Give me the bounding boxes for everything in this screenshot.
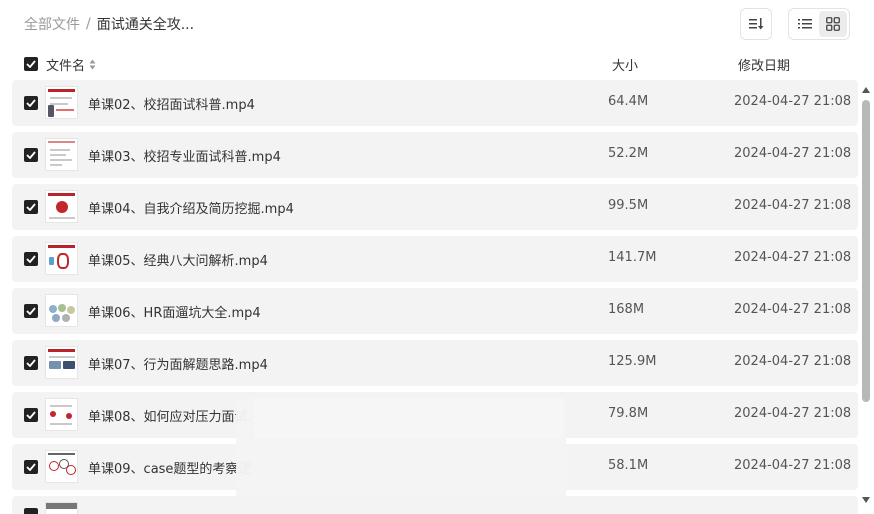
file-row[interactable]: 单课02、校招面试科普.mp4 64.4M 2024-04-27 21:08: [12, 80, 858, 126]
file-size: 141.7M: [608, 250, 657, 265]
file-name[interactable]: 单课02、校招面试科普.mp4: [88, 94, 255, 113]
scrollbar[interactable]: [860, 86, 872, 510]
checkbox-checked-icon: [26, 411, 36, 419]
file-row[interactable]: 单课07、行为面解题思路.mp4 125.9M 2024-04-27 21:08: [12, 340, 858, 386]
breadcrumb-current: 面试通关全攻...: [96, 17, 195, 33]
row-checkbox[interactable]: [24, 304, 38, 318]
file-size: 99.5M: [608, 198, 649, 213]
name-column-label: 文件名: [46, 58, 86, 74]
file-size: 58.1M: [608, 458, 649, 473]
file-list-header: 文件名 大小 修改日期: [24, 54, 854, 74]
file-date: 2024-04-27 21:08: [734, 146, 852, 161]
file-row[interactable]: 单课03、校招专业面试科普.mp4 52.2M 2024-04-27 21:08: [12, 132, 858, 178]
checkbox-checked-icon: [26, 60, 36, 68]
file-name[interactable]: 单课09、case题型的考察逻: [88, 458, 251, 477]
name-column-header[interactable]: 文件名: [46, 55, 96, 74]
checkbox-checked-icon: [26, 359, 36, 367]
file-date: 2024-04-27 21:08: [734, 406, 852, 421]
video-thumbnail: [45, 450, 78, 483]
video-thumbnail: [45, 502, 78, 514]
file-name[interactable]: 单课05、经典八大问解析.mp4: [88, 250, 268, 269]
file-size: 168M: [608, 302, 645, 317]
file-size: 79.8M: [608, 406, 649, 421]
file-name[interactable]: 单课08、如何应对压力面试.: [88, 406, 252, 425]
list-view-button[interactable]: [791, 11, 819, 37]
column-sort-icon: [89, 59, 96, 70]
breadcrumb-root-link[interactable]: 全部文件: [24, 14, 80, 34]
file-name[interactable]: 单课07、行为面解题思路.mp4: [88, 354, 268, 373]
file-row[interactable]: 单课04、自我介绍及简历挖掘.mp4 99.5M 2024-04-27 21:0…: [12, 184, 858, 230]
row-checkbox[interactable]: [24, 460, 38, 474]
checkbox-checked-icon: [26, 203, 36, 211]
row-checkbox[interactable]: [24, 252, 38, 266]
scroll-up-icon[interactable]: [862, 86, 870, 94]
date-column-header[interactable]: 修改日期: [738, 55, 790, 74]
file-name[interactable]: 单课06、HR面遛坑大全.mp4: [88, 302, 261, 321]
select-all-checkbox[interactable]: [24, 57, 38, 71]
row-checkbox[interactable]: [24, 508, 38, 514]
file-date: 2024-04-27 21:08: [734, 354, 852, 369]
checkbox-checked-icon: [26, 255, 36, 263]
video-thumbnail: [45, 346, 78, 379]
video-thumbnail: [45, 242, 78, 275]
file-name[interactable]: 单课04、自我介绍及简历挖掘.mp4: [88, 198, 294, 217]
file-date: 2024-04-27 21:08: [734, 458, 852, 473]
file-size: 64.4M: [608, 94, 649, 109]
size-column-header[interactable]: 大小: [612, 55, 638, 74]
video-thumbnail: [45, 138, 78, 171]
file-name[interactable]: 单课03、校招专业面试科普.mp4: [88, 146, 281, 165]
video-thumbnail: [45, 398, 78, 431]
checkbox-checked-icon: [26, 151, 36, 159]
file-date: 2024-04-27 21:08: [734, 302, 852, 317]
row-checkbox[interactable]: [24, 408, 38, 422]
file-date: 2024-04-27 21:08: [734, 250, 852, 265]
view-toggle: [788, 8, 850, 40]
file-row[interactable]: 单课06、HR面遛坑大全.mp4 168M 2024-04-27 21:08: [12, 288, 858, 334]
video-thumbnail: [45, 190, 78, 223]
grid-view-icon: [826, 17, 840, 31]
list-view-icon: [798, 19, 812, 29]
row-checkbox[interactable]: [24, 356, 38, 370]
checkbox-checked-icon: [26, 99, 36, 107]
checkbox-checked-icon: [26, 307, 36, 315]
file-date: 2024-04-27 21:08: [734, 198, 852, 213]
file-row-partial[interactable]: [12, 496, 858, 514]
video-thumbnail: [45, 294, 78, 327]
scrollbar-thumb[interactable]: [862, 100, 870, 402]
row-checkbox[interactable]: [24, 200, 38, 214]
file-row[interactable]: 单课05、经典八大问解析.mp4 141.7M 2024-04-27 21:08: [12, 236, 858, 282]
file-date: 2024-04-27 21:08: [734, 94, 852, 109]
sort-button[interactable]: [740, 8, 772, 40]
breadcrumb: 全部文件 / 面试通关全攻...: [24, 14, 194, 34]
row-checkbox[interactable]: [24, 96, 38, 110]
row-checkbox[interactable]: [24, 148, 38, 162]
breadcrumb-separator: /: [86, 16, 91, 32]
grid-view-button[interactable]: [819, 11, 847, 37]
file-size: 125.9M: [608, 354, 657, 369]
blurred-region: [254, 398, 564, 438]
file-size: 52.2M: [608, 146, 649, 161]
checkbox-checked-icon: [26, 463, 36, 471]
sort-icon: [749, 18, 764, 30]
video-thumbnail: [45, 86, 78, 119]
scroll-down-icon[interactable]: [862, 496, 870, 504]
